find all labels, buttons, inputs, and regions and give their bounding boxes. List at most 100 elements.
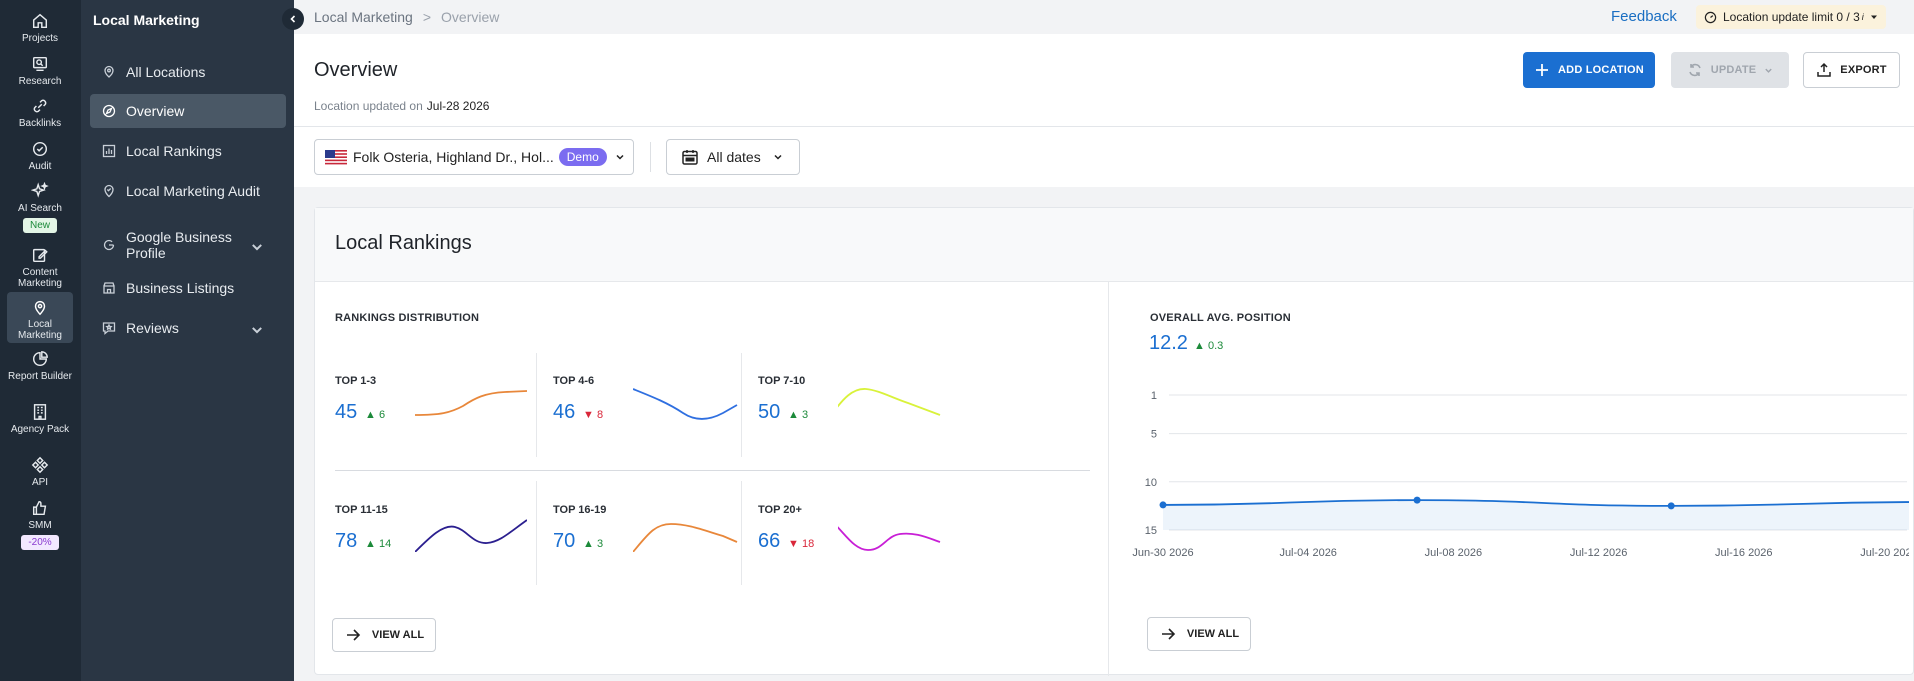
row-divider (335, 470, 1090, 471)
date-range-select[interactable]: All dates (666, 139, 800, 175)
bucket-delta: ▲ 3 (583, 538, 603, 550)
rail-label: Projects (21, 33, 59, 44)
triangle-up-icon: ▲ (583, 538, 594, 550)
info-icon: i (1861, 12, 1864, 22)
add-location-button[interactable]: ADD LOCATION (1523, 52, 1655, 88)
nav-item-business-listings[interactable]: Business Listings (90, 271, 286, 305)
breadcrumb-separator: > (422, 9, 432, 25)
check-circle-icon (32, 141, 48, 157)
bucket-value: 46 (553, 401, 576, 423)
triangle-up-icon: ▲ (788, 409, 799, 421)
rail-label: Report Builder (8, 371, 72, 382)
delta-value: 0.3 (1207, 340, 1224, 352)
refresh-icon (1688, 63, 1701, 77)
nav-item-all-locations[interactable]: All Locations (90, 55, 286, 89)
rail-local-marketing[interactable]: Local Marketing (7, 292, 73, 343)
bucket-top-20-plus[interactable]: TOP 20+ 66 ▼ 18 (758, 470, 1018, 580)
data-point (1413, 496, 1421, 504)
nav-label: Business Listings (126, 280, 235, 296)
nav-label: Local Marketing Audit (126, 183, 260, 199)
compass-icon (102, 104, 116, 118)
cell-divider (536, 481, 537, 585)
export-label: EXPORT (1840, 64, 1887, 76)
sparkline (415, 519, 527, 552)
location-update-limit[interactable]: Location update limit 0 / 3i (1696, 5, 1886, 29)
arrow-right-icon (1161, 628, 1176, 640)
chevron-down-icon[interactable] (250, 323, 264, 337)
link-icon (33, 99, 47, 113)
edit-icon (32, 248, 48, 263)
rail-agency-pack[interactable]: Agency Pack (7, 403, 73, 435)
bucket-top-7-10[interactable]: TOP 7-10 50 ▲ 3 (758, 341, 1018, 451)
pin-icon (104, 65, 114, 78)
pie-chart-icon (32, 351, 48, 367)
rail-content-marketing[interactable]: Content Marketing (7, 246, 73, 289)
feedback-link[interactable]: Feedback (1611, 8, 1677, 25)
view-all-label: VIEW ALL (1186, 628, 1240, 640)
bucket-value: 78 (335, 530, 358, 552)
main-content: Local Marketing > Overview Feedback Locati… (294, 0, 1914, 681)
demo-badge: Demo (558, 148, 607, 166)
plus-icon (1536, 64, 1549, 76)
y-tick-label: 1 (1151, 390, 1157, 402)
nav-item-google-business-profile[interactable]: Google Business Profile (90, 223, 286, 267)
rail-ai-search[interactable]: AI Search New (7, 182, 73, 233)
location-select[interactable]: Folk Osteria, Highland Dr., Hol... Demo (314, 139, 634, 175)
rail-research[interactable]: Research (7, 55, 73, 87)
data-point (1667, 502, 1675, 510)
updated-info: Location updated on Jul-28 2026 (314, 99, 489, 113)
rail-report-builder[interactable]: Report Builder (7, 350, 73, 382)
delta-value: 6 (378, 409, 386, 421)
rail-label: API (31, 477, 49, 488)
location-name: Folk Osteria, Highland Dr., Hol... (353, 149, 554, 165)
view-all-avg-button[interactable]: VIEW ALL (1147, 617, 1251, 651)
x-tick-label: Jul-20 2026 (1860, 547, 1909, 559)
triangle-up-icon: ▲ (1194, 340, 1205, 352)
chevron-down-icon (1765, 68, 1773, 73)
nav-item-local-marketing-audit[interactable]: Local Marketing Audit (90, 174, 286, 208)
filter-bar: Folk Osteria, Highland Dr., Hol... Demo … (294, 127, 1914, 187)
nav-item-local-rankings[interactable]: Local Rankings (90, 134, 286, 168)
section-nav: Local Marketing All Locations Overview L… (81, 0, 294, 681)
nav-label: Overview (126, 103, 185, 119)
rail-smm[interactable]: SMM -20% (7, 499, 73, 550)
arrow-right-icon (346, 629, 361, 641)
rail-label: Agency Pack (10, 424, 70, 435)
bucket-value: 70 (553, 530, 576, 552)
rail-label: Content Marketing (18, 267, 62, 289)
nav-item-reviews[interactable]: Reviews (90, 311, 286, 345)
rail-audit[interactable]: Audit (7, 140, 73, 172)
view-all-distribution-button[interactable]: VIEW ALL (332, 618, 436, 652)
avg-position-delta: ▲ 0.3 (1194, 340, 1223, 352)
rail-label: Local Marketing (18, 319, 62, 341)
y-tick-label: 10 (1145, 477, 1157, 489)
avg-position-chart: 151015Jun-30 2026 Jul-04 2026 Jul-08 2026 J… (1132, 390, 1909, 559)
bucket-delta: ▲ 6 (365, 409, 385, 421)
overall-avg-position-label: OVERALL AVG. POSITION (1150, 312, 1291, 324)
gauge-icon (1704, 11, 1717, 23)
nav-label: Local Rankings (126, 143, 222, 159)
sparkline (838, 526, 941, 551)
breadcrumb-parent[interactable]: Local Marketing (314, 9, 413, 25)
chevron-down-icon (616, 154, 624, 160)
updated-date: Jul-28 2026 (426, 99, 490, 113)
local-rankings-card: Local Rankings RANKINGS DISTRIBUTION OVE… (314, 207, 1914, 676)
cell-divider (536, 353, 537, 457)
chevron-down-icon[interactable] (250, 240, 264, 254)
rankings-distribution-label: RANKINGS DISTRIBUTION (335, 312, 480, 324)
rail-api[interactable]: API (7, 456, 73, 488)
caret-down-icon (1870, 15, 1877, 19)
collapse-sidebar-button[interactable] (282, 8, 304, 30)
delta-value: 18 (801, 538, 815, 550)
rail-backlinks[interactable]: Backlinks (7, 97, 73, 129)
calendar-icon (682, 150, 698, 165)
sparkline (838, 388, 941, 416)
page-title: Overview (314, 59, 398, 81)
nav-item-overview[interactable]: Overview (90, 94, 286, 128)
bar-chart-icon (102, 144, 116, 158)
rail-projects[interactable]: Projects (7, 12, 73, 44)
update-button[interactable]: UPDATE (1671, 52, 1789, 88)
map-pin-icon (34, 300, 46, 316)
export-button[interactable]: EXPORT (1803, 52, 1900, 88)
rail-label: SMM (28, 520, 52, 531)
